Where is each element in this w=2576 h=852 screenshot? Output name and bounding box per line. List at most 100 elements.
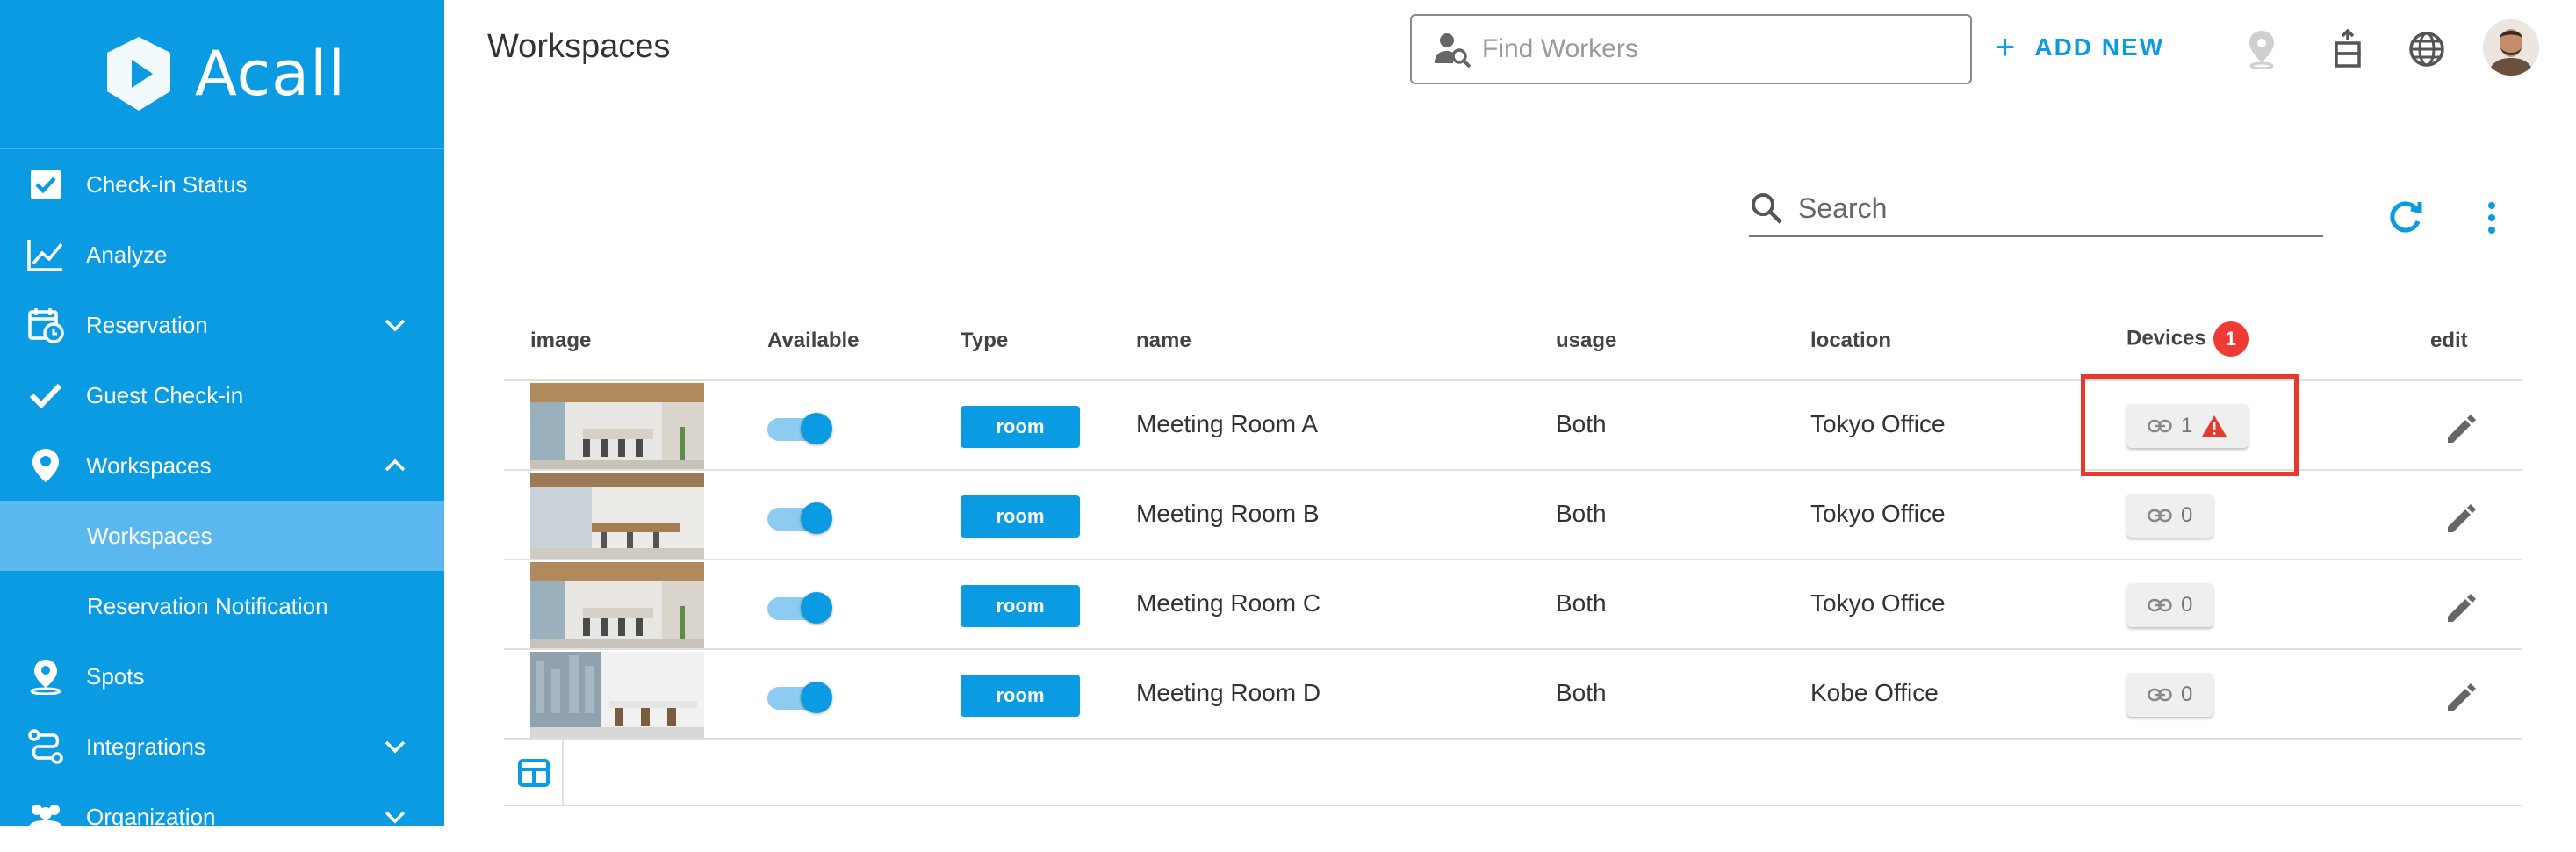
- type-badge: room: [961, 585, 1080, 627]
- table-row[interactable]: room Meeting Room D Both Kobe Office 0: [504, 650, 2522, 740]
- sidebar-item-label: Check-in Status: [86, 170, 248, 198]
- footer-divider: [562, 740, 564, 806]
- device-count: 0: [2181, 593, 2193, 617]
- col-header-devices-label: Devices: [2126, 326, 2206, 350]
- col-header-edit: edit: [2430, 329, 2468, 352]
- workspace-search[interactable]: [1749, 181, 2323, 237]
- workspace-usage: Both: [1556, 679, 1607, 706]
- sidebar-item-check-in-status[interactable]: Check-in Status: [0, 149, 444, 220]
- checkbox-icon: [26, 165, 65, 204]
- sidebar-item-label: Integrations: [86, 733, 205, 760]
- location-off-icon[interactable]: [2241, 28, 2283, 70]
- chevron-down-icon[interactable]: [381, 733, 409, 761]
- col-header-type: Type: [961, 329, 1009, 352]
- sidebar-subitem-reservation-notification[interactable]: Reservation Notification: [0, 571, 444, 641]
- devices-button[interactable]: 0: [2126, 583, 2214, 627]
- table-row[interactable]: room Meeting Room C Both Tokyo Office 0: [504, 560, 2522, 650]
- workspace-usage: Both: [1556, 410, 1607, 437]
- sidebar-item-reservation[interactable]: Reservation: [0, 290, 444, 360]
- sidebar-nav: Check-in Status Analyze Reservation Gues…: [0, 149, 444, 852]
- col-header-image: image: [530, 329, 592, 352]
- sidebar-item-integrations[interactable]: Integrations: [0, 711, 444, 782]
- available-toggle[interactable]: [767, 501, 832, 534]
- edit-pencil-icon[interactable]: [2441, 408, 2483, 450]
- link-icon: [2148, 688, 2172, 702]
- workspace-name: Meeting Room B: [1136, 500, 1320, 527]
- type-badge: room: [961, 675, 1080, 717]
- table-view-icon[interactable]: [516, 755, 551, 791]
- sidebar-item-analyze[interactable]: Analyze: [0, 220, 444, 290]
- sidebar-item-label: Reservation Notification: [87, 592, 328, 619]
- search-icon: [1752, 193, 1782, 224]
- sidebar-item-label: Organization: [86, 803, 216, 830]
- sidebar-item-label: Workspaces: [87, 522, 212, 549]
- more-options-icon[interactable]: [2474, 197, 2509, 239]
- search-input[interactable]: [1798, 191, 2307, 225]
- devices-alert-badge: 1: [2213, 321, 2249, 357]
- location-person-icon: [26, 657, 65, 696]
- sidebar-item-label: Workspaces: [86, 451, 212, 479]
- plus-icon: +: [1995, 28, 2018, 67]
- link-icon: [2148, 419, 2172, 433]
- workspace-name: Meeting Room C: [1136, 589, 1321, 617]
- sidebar-item-workspaces[interactable]: Workspaces: [0, 430, 444, 501]
- col-header-usage: usage: [1556, 329, 1617, 352]
- type-badge: room: [961, 406, 1080, 448]
- workspace-location: Tokyo Office: [1810, 589, 1946, 617]
- devices-button[interactable]: 0: [2126, 673, 2214, 717]
- globe-icon[interactable]: [2406, 28, 2448, 70]
- workspace-usage: Both: [1556, 589, 1607, 617]
- available-toggle[interactable]: [767, 680, 832, 713]
- user-avatar[interactable]: [2483, 19, 2539, 76]
- room-image: [530, 562, 704, 648]
- find-workers-field[interactable]: [1410, 14, 1972, 84]
- warning-icon: [2202, 415, 2227, 437]
- sidebar-subitem-workspaces[interactable]: Workspaces: [0, 501, 444, 571]
- workspace-name: Meeting Room A: [1136, 410, 1318, 437]
- workspace-name: Meeting Room D: [1136, 679, 1321, 706]
- workspaces-table: image Available Type name usage location…: [504, 309, 2522, 806]
- chart-line-icon: [26, 235, 65, 274]
- available-toggle[interactable]: [767, 411, 832, 444]
- workspace-location: Tokyo Office: [1810, 410, 1946, 437]
- device-count: 1: [2181, 414, 2193, 437]
- table-footer: [504, 740, 2522, 806]
- calendar-clock-icon: [26, 306, 65, 344]
- col-header-devices: Devices 1: [2126, 321, 2249, 357]
- room-image: [530, 383, 704, 469]
- room-image: [530, 473, 704, 559]
- acall-logo-icon: [107, 37, 171, 111]
- person-search-icon: [1435, 33, 1471, 69]
- sidebar-item-spots[interactable]: Spots: [0, 641, 444, 711]
- kiosk-icon[interactable]: [2327, 28, 2369, 70]
- add-new-label: ADD NEW: [2034, 33, 2165, 61]
- edit-pencil-icon[interactable]: [2441, 587, 2483, 629]
- sidebar-item-label: Spots: [86, 662, 145, 690]
- location-pin-icon: [26, 446, 65, 485]
- table-row[interactable]: room Meeting Room B Both Tokyo Office 0: [504, 471, 2522, 560]
- edit-pencil-icon[interactable]: [2441, 676, 2483, 718]
- chevron-down-icon[interactable]: [381, 803, 409, 831]
- sidebar-item-label: Analyze: [86, 241, 168, 268]
- find-workers-input[interactable]: [1482, 34, 1956, 64]
- device-count: 0: [2181, 682, 2193, 706]
- table-header: image Available Type name usage location…: [504, 309, 2522, 381]
- chevron-up-icon[interactable]: [381, 451, 409, 480]
- sidebar-item-guest-check-in[interactable]: Guest Check-in: [0, 360, 444, 430]
- sidebar-item-organization[interactable]: Organization: [0, 782, 444, 852]
- brand[interactable]: Acall: [0, 0, 444, 149]
- chevron-down-icon[interactable]: [381, 311, 409, 339]
- add-new-button[interactable]: + ADD NEW: [1995, 30, 2164, 65]
- page-title: Workspaces: [487, 28, 671, 65]
- table-row[interactable]: room Meeting Room A Both Tokyo Office 1: [504, 374, 2522, 476]
- link-icon: [2148, 598, 2172, 612]
- edit-pencil-icon[interactable]: [2441, 497, 2483, 539]
- refresh-icon[interactable]: [2385, 195, 2427, 237]
- devices-button[interactable]: 0: [2126, 494, 2214, 538]
- col-header-name: name: [1136, 329, 1191, 352]
- available-toggle[interactable]: [767, 590, 832, 624]
- sidebar: Acall Check-in Status Analyze Reservatio…: [0, 0, 444, 831]
- people-icon: [26, 798, 65, 836]
- devices-button[interactable]: 1: [2126, 404, 2249, 448]
- col-header-available: Available: [767, 329, 860, 352]
